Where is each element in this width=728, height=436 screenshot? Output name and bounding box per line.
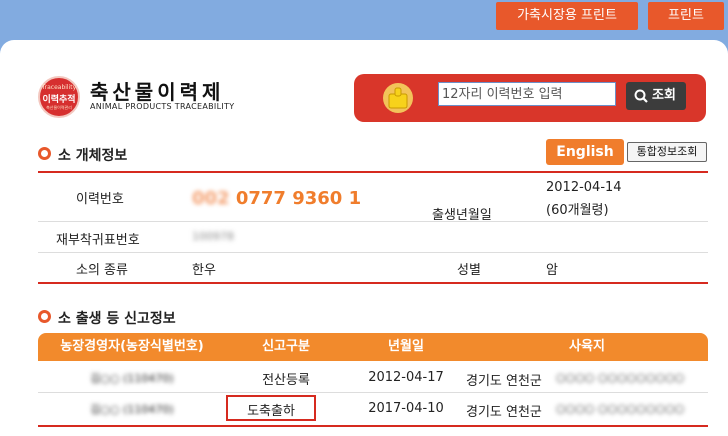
row-divider (38, 252, 708, 253)
badge-bottom-text: 축산물이력관리 (46, 105, 72, 110)
search-button-label: 조회 (652, 88, 676, 103)
section-title-text: 소 개체정보 (58, 148, 128, 164)
trace-number-main: 0777 9360 1 (235, 188, 362, 209)
report-row-location: 경기도 연천군 (466, 405, 542, 420)
report-row-type: 전산등록 (262, 373, 310, 388)
report-row-location-detail: ○○○○ ○○○○○○○○○ (556, 371, 685, 384)
trace-number-value: 002 0777 9360 1 (192, 188, 361, 209)
badge-main-text: 이력추적 (42, 95, 76, 105)
report-row-owner: 김○○ (110470) (90, 403, 174, 416)
trace-number-label: 이력번호 (76, 192, 124, 207)
report-row-location: 경기도 연천군 (466, 374, 542, 389)
column-header-type: 신고구분 (262, 339, 310, 354)
column-header-location: 사육지 (569, 339, 605, 354)
logo[interactable]: Traceability 이력추적 축산물이력관리 축산물이력제 ANIMAL … (38, 76, 238, 120)
species-label: 소의 종류 (76, 263, 128, 278)
trace-number-prefix: 002 (192, 188, 230, 209)
report-row-location-detail: ○○○○ ○○○○○○○○○ (556, 402, 685, 415)
slaughter-highlight-box (226, 395, 316, 421)
section-bullet-icon (38, 147, 51, 160)
column-header-date: 년월일 (388, 339, 424, 354)
search-button[interactable]: 조회 (626, 82, 686, 110)
report-row-date: 2017-04-10 (368, 401, 444, 416)
ear-tag-value: 100978 (192, 230, 234, 243)
print-button[interactable]: 프린트 (648, 2, 724, 30)
report-row-date: 2012-04-17 (368, 370, 444, 385)
report-info-section-title: 소 출생 등 신고정보 (38, 308, 176, 328)
species-value: 한우 (192, 263, 216, 278)
sex-value: 암 (546, 263, 558, 278)
traceability-badge-icon: Traceability 이력추적 축산물이력관리 (38, 76, 80, 118)
integrated-info-button[interactable]: 통합정보조회 (627, 142, 707, 162)
badge-top-text: Traceability (41, 84, 77, 91)
english-button[interactable]: English (546, 139, 624, 165)
trace-number-input[interactable] (438, 82, 616, 106)
ear-tag-label: 재부착귀표번호 (56, 233, 140, 248)
column-header-owner: 농장경영자(농장식별번호) (60, 339, 204, 354)
report-row-owner: 김○○ (110470) (90, 372, 174, 385)
table-bottom-border (38, 282, 708, 284)
row-divider (38, 392, 708, 393)
report-table-header: 농장경영자(농장식별번호) 신고구분 년월일 사육지 (38, 333, 708, 361)
section-bullet-icon (38, 310, 51, 323)
ear-tag-icon (383, 83, 413, 113)
search-box: 조회 (354, 74, 706, 122)
birth-date-value: 2012-04-14 (546, 180, 622, 195)
livestock-market-print-button[interactable]: 가축시장용 프린트 (496, 2, 638, 30)
row-divider (38, 221, 708, 222)
cattle-info-section-title: 소 개체정보 (38, 145, 127, 165)
section-title-text: 소 출생 등 신고정보 (58, 311, 176, 327)
birth-age-value: (60개월령) (546, 203, 609, 218)
logo-title: 축산물이력제 (90, 80, 225, 104)
logo-subtitle: ANIMAL PRODUCTS TRACEABILITY (90, 102, 235, 111)
search-icon (634, 89, 648, 103)
report-table-bottom-border (38, 425, 708, 427)
sex-label: 성별 (457, 263, 481, 278)
table-top-border (38, 171, 708, 173)
